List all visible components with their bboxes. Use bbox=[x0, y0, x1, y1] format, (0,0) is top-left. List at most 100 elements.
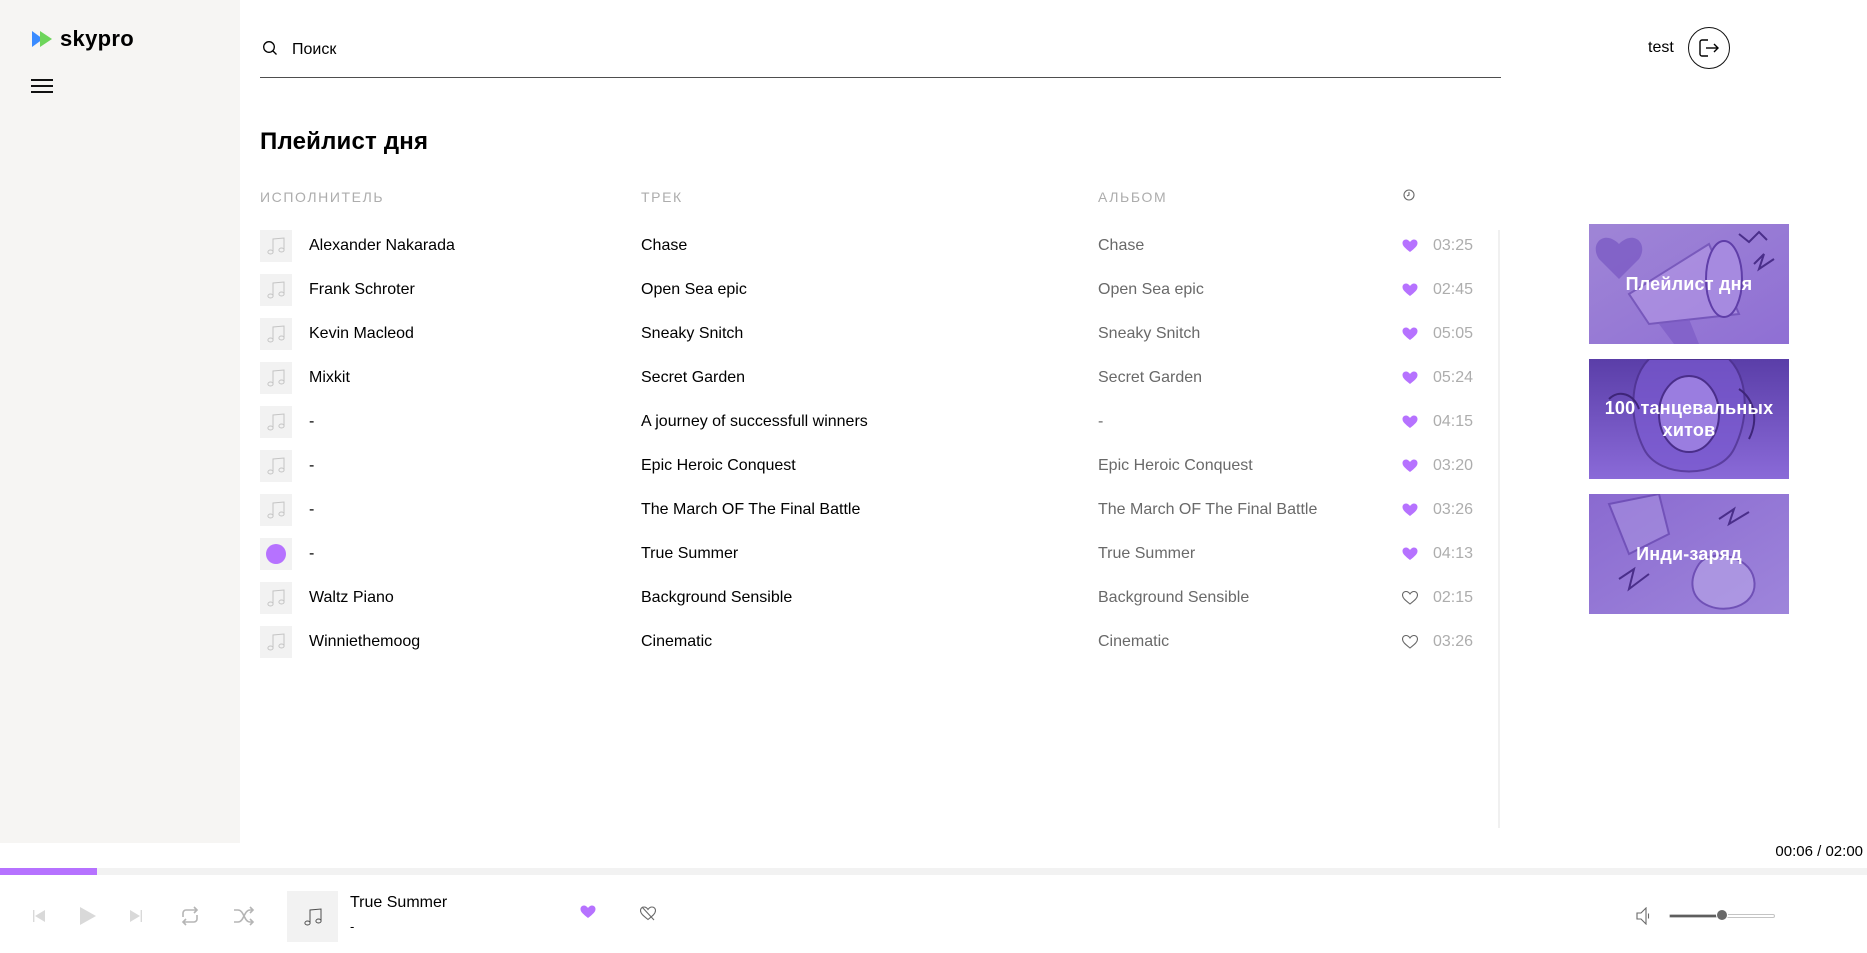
logo[interactable]: skypro bbox=[32, 26, 134, 52]
clock-icon bbox=[1403, 189, 1415, 201]
shuffle-icon[interactable] bbox=[233, 906, 255, 926]
repeat-icon[interactable] bbox=[179, 906, 201, 926]
track-title[interactable]: Chase bbox=[641, 237, 687, 255]
track-title[interactable]: A journey of successfull winners bbox=[641, 413, 868, 431]
burger-line bbox=[31, 91, 53, 93]
track-title[interactable]: The March OF The Final Battle bbox=[641, 501, 860, 519]
track-duration: 03:26 bbox=[1433, 633, 1474, 650]
music-note-icon bbox=[266, 457, 286, 475]
like-icon[interactable] bbox=[1402, 459, 1418, 478]
track-artist[interactable]: - bbox=[309, 501, 314, 519]
logo-text: skypro bbox=[60, 26, 134, 51]
track-row[interactable]: - Epic Heroic Conquest Epic Heroic Conques… bbox=[260, 447, 1500, 491]
playlist-card-dance-hits[interactable]: 100 танцевальных хитов bbox=[1589, 359, 1789, 479]
track-album[interactable]: Sneaky Snitch bbox=[1098, 325, 1200, 343]
player-progress-bar[interactable] bbox=[0, 868, 1867, 875]
track-album[interactable]: Secret Garden bbox=[1098, 369, 1202, 387]
track-artist[interactable]: - bbox=[309, 545, 314, 563]
track-duration: 02:15 bbox=[1433, 589, 1474, 606]
like-icon[interactable] bbox=[1401, 634, 1419, 654]
like-icon[interactable] bbox=[1402, 503, 1418, 522]
track-album[interactable]: True Summer bbox=[1098, 545, 1195, 563]
track-album[interactable]: The March OF The Final Battle bbox=[1098, 501, 1317, 519]
track-cover bbox=[260, 626, 292, 658]
playlist-card-indie[interactable]: Инди-заряд bbox=[1589, 494, 1789, 614]
track-album[interactable]: - bbox=[1098, 413, 1103, 431]
like-icon[interactable] bbox=[1402, 239, 1418, 258]
player-progress-fill bbox=[0, 868, 98, 875]
menu-burger-button[interactable] bbox=[31, 79, 53, 93]
dislike-icon[interactable] bbox=[640, 906, 656, 921]
track-album[interactable]: Chase bbox=[1098, 237, 1144, 255]
volume-icon[interactable] bbox=[1636, 907, 1652, 925]
track-duration: 05:05 bbox=[1433, 325, 1474, 342]
track-artist[interactable]: - bbox=[309, 413, 314, 431]
playlist-card-daily[interactable]: Плейлист дня bbox=[1589, 224, 1789, 344]
track-row[interactable]: - The March OF The Final Battle The March … bbox=[260, 491, 1500, 535]
track-album[interactable]: Cinematic bbox=[1098, 633, 1169, 651]
like-icon[interactable] bbox=[1402, 283, 1418, 302]
track-artist[interactable]: Waltz Piano bbox=[309, 589, 394, 607]
play-icon[interactable] bbox=[79, 906, 97, 926]
track-row[interactable]: - True Summer True Summer 04:13 bbox=[260, 535, 1500, 579]
column-header-artist: ИСПОЛНИТЕЛЬ bbox=[260, 189, 385, 205]
track-cover bbox=[260, 494, 292, 526]
track-album[interactable]: Open Sea epic bbox=[1098, 281, 1204, 299]
search-input[interactable] bbox=[292, 36, 1472, 64]
track-title[interactable]: Secret Garden bbox=[641, 369, 745, 387]
music-note-icon bbox=[266, 281, 286, 299]
search-icon bbox=[263, 41, 277, 55]
track-artist[interactable]: Mixkit bbox=[309, 369, 350, 387]
track-title[interactable]: Epic Heroic Conquest bbox=[641, 457, 796, 475]
track-title[interactable]: Sneaky Snitch bbox=[641, 325, 743, 343]
burger-line bbox=[31, 79, 53, 81]
app-root: skypro test Плейлист дня ИСПОЛНИТЕЛЬ ТРЕ… bbox=[0, 0, 1867, 953]
like-icon[interactable] bbox=[1402, 371, 1418, 390]
track-title[interactable]: Background Sensible bbox=[641, 589, 792, 607]
like-icon[interactable] bbox=[1402, 327, 1418, 346]
prev-track-icon[interactable] bbox=[32, 909, 46, 923]
track-cover bbox=[260, 450, 292, 482]
like-icon[interactable] bbox=[1401, 590, 1419, 610]
track-title[interactable]: True Summer bbox=[641, 545, 738, 563]
like-icon[interactable] bbox=[1402, 415, 1418, 434]
track-row[interactable]: Alexander Nakarada Chase Chase 03:25 bbox=[260, 227, 1500, 271]
logout-button[interactable] bbox=[1687, 27, 1730, 69]
track-duration: 04:15 bbox=[1433, 413, 1474, 430]
now-playing-title[interactable]: True Summer bbox=[350, 894, 447, 912]
track-row[interactable]: - A journey of successfull winners - 04:15 bbox=[260, 403, 1500, 447]
music-note-icon bbox=[266, 413, 286, 431]
music-note-icon bbox=[266, 501, 286, 519]
track-row[interactable]: Kevin Macleod Sneaky Snitch Sneaky Snitch 0… bbox=[260, 315, 1500, 359]
like-icon[interactable] bbox=[1402, 547, 1418, 566]
track-row[interactable]: Waltz Piano Background Sensible Background… bbox=[260, 579, 1500, 623]
track-list: Alexander Nakarada Chase Chase 03:25 Frank S… bbox=[260, 227, 1500, 667]
track-list-scrollbar[interactable] bbox=[1498, 230, 1500, 828]
page-title: Плейлист дня bbox=[260, 128, 429, 155]
track-title[interactable]: Open Sea epic bbox=[641, 281, 747, 299]
playlist-label: 100 танцевальных хитов bbox=[1604, 398, 1774, 440]
track-title[interactable]: Cinematic bbox=[641, 633, 712, 651]
user-name: test bbox=[1648, 39, 1674, 56]
track-artist[interactable]: Frank Schroter bbox=[309, 281, 415, 299]
music-note-icon bbox=[266, 325, 286, 343]
track-row[interactable]: Frank Schroter Open Sea epic Open Sea epic… bbox=[260, 271, 1500, 315]
search-bar bbox=[260, 28, 1501, 78]
track-row[interactable]: Winniethemoog Cinematic Cinematic 03:26 bbox=[260, 623, 1500, 667]
track-artist[interactable]: Winniethemoog bbox=[309, 633, 420, 651]
now-playing-artist[interactable]: - bbox=[350, 919, 354, 934]
track-artist[interactable]: - bbox=[309, 457, 314, 475]
track-album[interactable]: Epic Heroic Conquest bbox=[1098, 457, 1253, 475]
track-artist[interactable]: Alexander Nakarada bbox=[309, 237, 455, 255]
like-icon[interactable] bbox=[580, 905, 596, 919]
track-row[interactable]: Mixkit Secret Garden Secret Garden 05:24 bbox=[260, 359, 1500, 403]
track-duration: 03:20 bbox=[1433, 457, 1474, 474]
track-artist[interactable]: Kevin Macleod bbox=[309, 325, 414, 343]
column-header-album: АЛЬБОМ bbox=[1098, 189, 1168, 205]
column-header-track: ТРЕК bbox=[641, 189, 683, 205]
volume-slider[interactable] bbox=[1669, 909, 1775, 921]
next-track-icon[interactable] bbox=[129, 909, 143, 923]
track-album[interactable]: Background Sensible bbox=[1098, 589, 1249, 607]
track-cover bbox=[260, 582, 292, 614]
volume-knob[interactable] bbox=[1716, 909, 1728, 921]
